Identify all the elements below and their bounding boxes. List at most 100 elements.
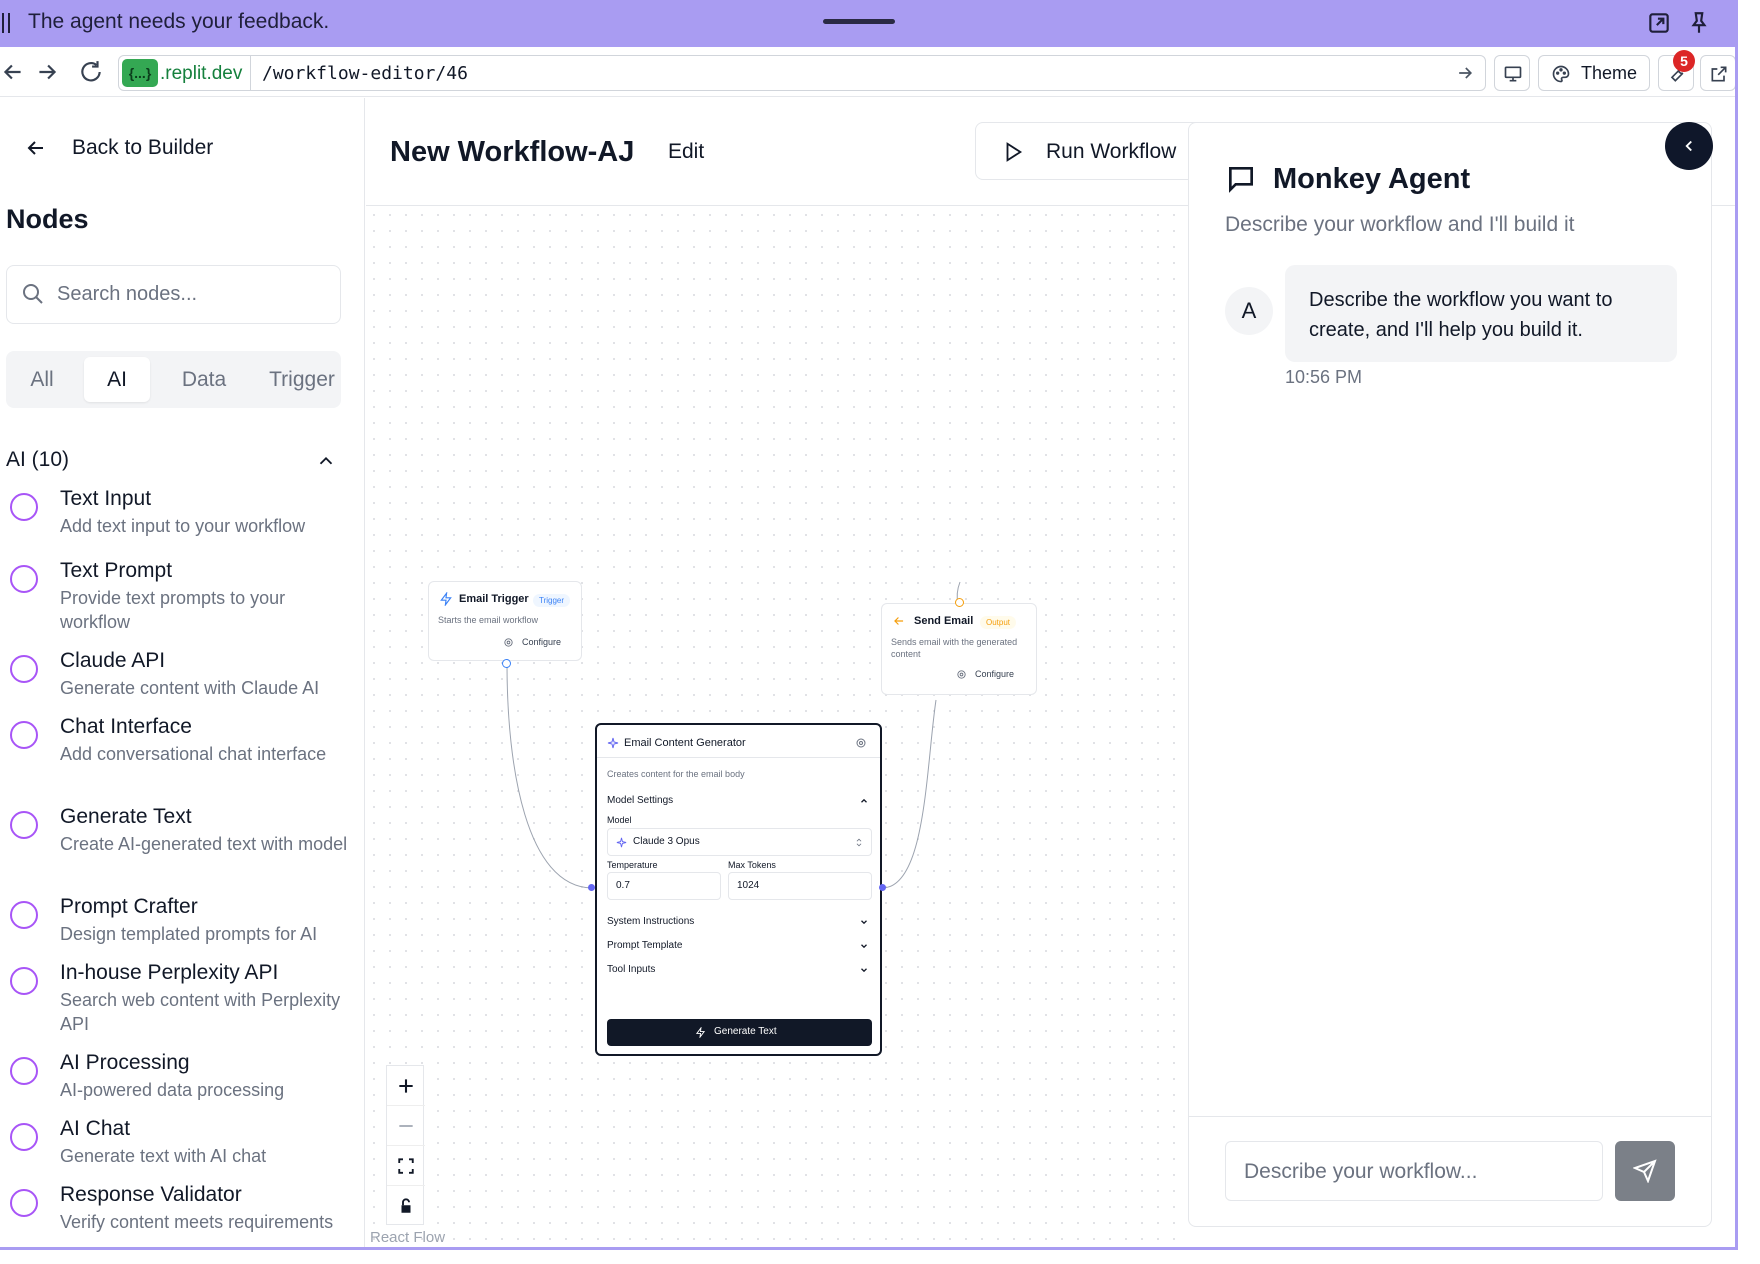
address-divider xyxy=(250,56,251,90)
react-flow-attribution[interactable]: React Flow xyxy=(370,1229,445,1246)
node-name: Response Validator xyxy=(60,1183,242,1206)
monkey-agent-panel: Monkey Agent Describe your workflow and … xyxy=(1188,122,1712,1227)
chevron-left-icon xyxy=(1685,140,1692,152)
banner-message: The agent needs your feedback. xyxy=(28,10,330,33)
generator-input-handle[interactable] xyxy=(588,884,595,891)
pin-icon[interactable] xyxy=(1686,10,1712,36)
gear-icon xyxy=(504,638,513,647)
notification-badge: 5 xyxy=(1673,50,1695,72)
collapse-panel-button[interactable] xyxy=(1665,122,1713,170)
generator-output-handle[interactable] xyxy=(879,884,886,891)
tool-inputs-header[interactable]: Tool Inputs xyxy=(607,964,655,975)
model-select[interactable]: Claude 3 Opus xyxy=(607,828,872,856)
plus-icon xyxy=(399,1079,413,1093)
address-bar[interactable]: {...} .replit.dev /workflow-editor/46 xyxy=(118,55,1486,91)
send-email-node[interactable]: Send Email Output Sends email with the g… xyxy=(881,603,1037,695)
workflow-description-input[interactable]: Describe your workflow... xyxy=(1225,1141,1603,1201)
agent-message-bubble: Describe the workflow you want to create… xyxy=(1285,265,1677,362)
run-workflow-button[interactable]: Run Workflow xyxy=(975,122,1205,180)
tab-trigger[interactable]: Trigger xyxy=(256,357,348,402)
chevron-down-icon[interactable] xyxy=(859,917,869,927)
generator-title: Email Content Generator xyxy=(624,737,746,749)
zoom-in-button[interactable] xyxy=(387,1066,425,1106)
workflow-canvas[interactable]: Email Trigger Trigger Starts the email w… xyxy=(366,207,1188,1247)
search-nodes-input[interactable]: Search nodes... xyxy=(6,265,341,324)
bolt-icon xyxy=(440,592,452,606)
tab-all[interactable]: All xyxy=(6,357,78,402)
trigger-output-handle[interactable] xyxy=(502,659,511,668)
go-arrow-icon[interactable] xyxy=(1455,63,1475,83)
search-placeholder: Search nodes... xyxy=(57,283,198,305)
gear-icon[interactable] xyxy=(855,737,867,749)
external-open-icon[interactable] xyxy=(1646,10,1672,36)
feedback-banner: The agent needs your feedback. xyxy=(0,0,1735,47)
nodes-title: Nodes xyxy=(6,204,89,234)
node-desc: Verify content meets requirements xyxy=(60,1212,334,1232)
url-path[interactable]: /workflow-editor/46 xyxy=(262,63,468,84)
node-desc: Add text input to your workflow xyxy=(60,516,306,536)
prompt-template-header[interactable]: Prompt Template xyxy=(607,940,682,951)
open-new-tab-button[interactable] xyxy=(1700,55,1735,91)
node-circle-icon xyxy=(10,967,38,995)
node-name: Generate Text xyxy=(60,805,192,828)
node-category-tabs: All AI Data Trigger xyxy=(6,351,341,408)
theme-button[interactable]: Theme xyxy=(1538,55,1650,91)
zoom-out-button[interactable] xyxy=(387,1106,425,1146)
node-desc: Design templated prompts for AI xyxy=(60,924,318,944)
email-content-generator-node[interactable]: Email Content Generator Creates content … xyxy=(595,723,882,1056)
minus-icon xyxy=(399,1125,413,1127)
header-divider xyxy=(597,757,880,758)
lock-button[interactable] xyxy=(387,1186,425,1226)
node-desc: Create AI-generated text with model xyxy=(60,834,348,854)
chevron-down-icon[interactable] xyxy=(859,941,869,951)
domain-text: .replit.dev xyxy=(160,63,243,84)
edge-trigger-generator[interactable] xyxy=(506,663,593,889)
chevron-down-icon[interactable] xyxy=(859,965,869,975)
trigger-desc: Starts the email workflow xyxy=(438,615,539,625)
workflow-title: New Workflow-AJ xyxy=(390,136,635,168)
output-arrow-icon xyxy=(894,617,904,625)
generate-text-button[interactable]: Generate Text xyxy=(607,1019,872,1046)
generate-label: Generate Text xyxy=(714,1026,777,1037)
trigger-configure[interactable]: Configure xyxy=(522,637,561,647)
node-name: Prompt Crafter xyxy=(60,895,198,918)
reload-icon[interactable] xyxy=(78,59,104,85)
node-desc: Search web content with Perplexity API xyxy=(60,990,341,1034)
devtools-button[interactable]: 5 xyxy=(1658,50,1695,91)
run-label: Run Workflow xyxy=(1046,140,1177,163)
node-circle-icon xyxy=(10,565,38,593)
node-circle-icon xyxy=(10,721,38,749)
node-desc: AI-powered data processing xyxy=(60,1080,285,1100)
node-circle-icon xyxy=(10,811,38,839)
sidebar-toggle-icon[interactable] xyxy=(2,13,10,33)
back-nav-icon[interactable] xyxy=(0,59,26,85)
agent-title: Monkey Agent xyxy=(1273,163,1471,195)
tab-data[interactable]: Data xyxy=(158,357,250,402)
model-settings-header[interactable]: Model Settings xyxy=(607,795,673,806)
device-preview-button[interactable] xyxy=(1494,55,1530,91)
node-desc: Provide text prompts to your workflow xyxy=(60,588,286,632)
edit-title-button[interactable]: Edit xyxy=(668,140,704,164)
chat-bubble-icon xyxy=(1229,167,1253,193)
back-label: Back to Builder xyxy=(72,136,214,159)
system-instructions-header[interactable]: System Instructions xyxy=(607,916,694,927)
sparkle-icon xyxy=(616,837,627,848)
fit-view-button[interactable] xyxy=(387,1146,425,1186)
edge-generator-send[interactable] xyxy=(881,699,937,889)
forward-nav-icon[interactable] xyxy=(34,59,60,85)
node-name: AI Chat xyxy=(60,1117,131,1140)
tab-ai[interactable]: AI xyxy=(84,357,150,402)
email-trigger-node[interactable]: Email Trigger Trigger Starts the email w… xyxy=(428,581,582,661)
browser-toolbar: {...} .replit.dev /workflow-editor/46 Th… xyxy=(0,47,1735,97)
gear-icon xyxy=(957,670,966,679)
send-email-desc: Sends email with the generated content xyxy=(891,637,1018,659)
fit-view-icon xyxy=(398,1158,414,1174)
chevron-up-icon[interactable] xyxy=(859,796,869,806)
max-tokens-input[interactable]: 1024 xyxy=(728,872,872,900)
send-button[interactable] xyxy=(1615,1141,1675,1201)
drag-handle[interactable] xyxy=(823,19,895,24)
send-email-configure[interactable]: Configure xyxy=(975,669,1014,679)
ai-section-header[interactable]: AI (10) xyxy=(6,448,341,478)
send-email-input-handle[interactable] xyxy=(955,598,964,607)
temperature-input[interactable]: 0.7 xyxy=(607,872,721,900)
